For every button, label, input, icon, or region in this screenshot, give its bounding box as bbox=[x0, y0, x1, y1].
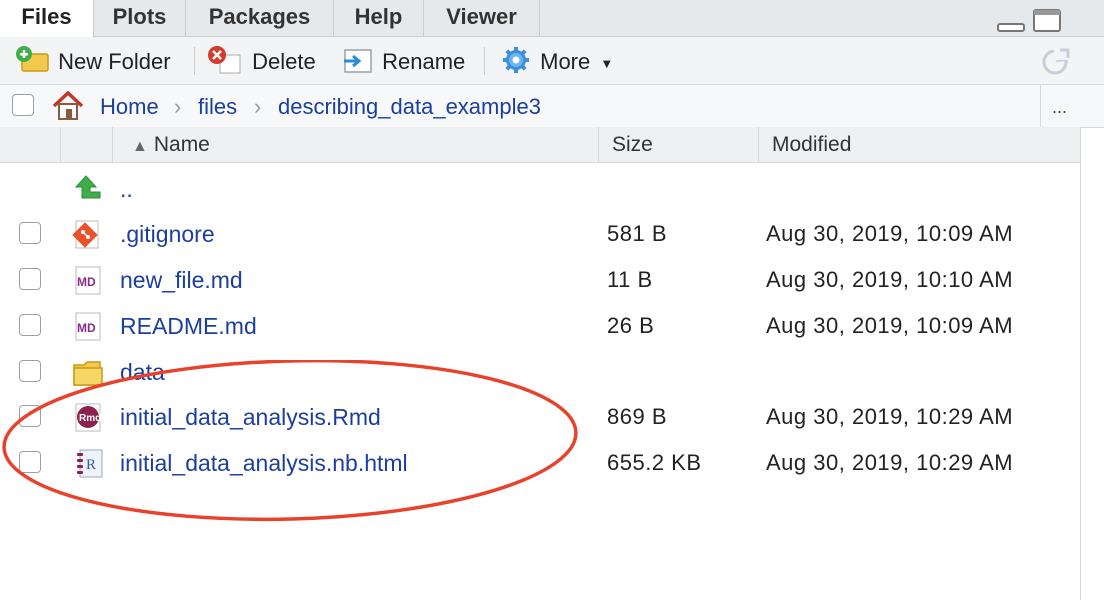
table-row-parent-directory[interactable]: .. bbox=[0, 166, 1080, 212]
select-all-checkbox[interactable] bbox=[12, 94, 34, 116]
toolbar-divider bbox=[484, 47, 485, 75]
svg-text:MD: MD bbox=[77, 321, 96, 335]
file-list-header: ▲ Name Size Modified bbox=[0, 127, 1080, 163]
minimize-icon[interactable] bbox=[996, 12, 1028, 34]
row-checkbox[interactable] bbox=[19, 360, 41, 382]
rename-icon bbox=[344, 49, 372, 73]
delete-button[interactable]: Delete bbox=[206, 37, 316, 84]
row-checkbox[interactable] bbox=[19, 268, 41, 290]
svg-text:MD: MD bbox=[77, 275, 96, 289]
markdown-file-icon: MD bbox=[75, 266, 101, 295]
maximize-icon[interactable] bbox=[1032, 8, 1064, 34]
file-name[interactable]: new_file.md bbox=[120, 257, 243, 303]
breadcrumb-separator-icon: › bbox=[254, 94, 262, 119]
file-name[interactable]: initial_data_analysis.Rmd bbox=[120, 394, 381, 440]
more-label: More bbox=[540, 49, 591, 74]
more-menu-button[interactable]: More ▼ bbox=[500, 37, 613, 84]
folder-icon bbox=[73, 361, 103, 386]
tab-plots[interactable]: Plots bbox=[94, 0, 186, 36]
row-checkbox[interactable] bbox=[19, 314, 41, 336]
svg-text:R: R bbox=[86, 457, 96, 473]
column-divider bbox=[598, 127, 599, 162]
rename-label: Rename bbox=[382, 49, 466, 74]
column-header-name-label: Name bbox=[153, 133, 210, 156]
tab-help[interactable]: Help bbox=[334, 0, 424, 36]
refresh-icon[interactable] bbox=[1040, 47, 1072, 77]
column-header-name[interactable]: ▲ Name bbox=[132, 127, 210, 165]
file-name[interactable]: .. bbox=[120, 166, 133, 212]
tab-viewer[interactable]: Viewer bbox=[424, 0, 540, 36]
file-size: 581 B bbox=[607, 221, 667, 246]
go-to-directory-button[interactable]: ... bbox=[1052, 85, 1067, 129]
file-size: 11 B bbox=[607, 267, 653, 292]
rmd-file-icon: Rmd bbox=[75, 403, 101, 432]
table-row[interactable]: MD new_file.md 11 B Aug 30, 2019, 10:10 … bbox=[0, 257, 1080, 303]
toolbar-divider bbox=[194, 47, 195, 75]
file-size: 869 B bbox=[607, 404, 667, 429]
row-checkbox[interactable] bbox=[19, 405, 41, 427]
file-modified: Aug 30, 2019, 10:09 AM bbox=[766, 221, 1014, 246]
column-divider bbox=[758, 127, 759, 162]
sort-ascending-icon: ▲ bbox=[132, 138, 148, 155]
file-name[interactable]: README.md bbox=[120, 303, 257, 349]
file-modified: Aug 30, 2019, 10:29 AM bbox=[766, 450, 1014, 475]
markdown-file-icon: MD bbox=[75, 312, 101, 341]
file-name[interactable]: .gitignore bbox=[120, 211, 215, 257]
git-file-icon bbox=[72, 220, 99, 249]
column-divider bbox=[60, 127, 61, 162]
gear-icon bbox=[503, 47, 529, 74]
table-row[interactable]: data bbox=[0, 349, 1080, 395]
delete-icon bbox=[208, 46, 241, 74]
breadcrumb-current-folder[interactable]: describing_data_example3 bbox=[278, 85, 541, 129]
r-notebook-file-icon: R bbox=[77, 449, 103, 478]
breadcrumb-home[interactable]: Home bbox=[100, 85, 159, 129]
table-row[interactable]: .gitignore 581 B Aug 30, 2019, 10:09 AM bbox=[0, 211, 1080, 257]
folder-name[interactable]: data bbox=[120, 349, 165, 395]
file-modified: Aug 30, 2019, 10:10 AM bbox=[766, 267, 1014, 292]
rename-button[interactable]: Rename bbox=[340, 37, 465, 84]
table-row[interactable]: Rmd initial_data_analysis.Rmd 869 B Aug … bbox=[0, 394, 1080, 440]
up-arrow-icon bbox=[74, 175, 101, 199]
delete-label: Delete bbox=[252, 49, 316, 74]
new-folder-label: New Folder bbox=[58, 49, 171, 74]
tab-files[interactable]: Files bbox=[0, 0, 94, 37]
home-icon[interactable] bbox=[50, 89, 86, 123]
file-modified: Aug 30, 2019, 10:29 AM bbox=[766, 404, 1014, 429]
file-size: 26 B bbox=[607, 313, 655, 338]
file-name[interactable]: initial_data_analysis.nb.html bbox=[120, 440, 408, 486]
column-header-modified[interactable]: Modified bbox=[772, 127, 851, 163]
new-folder-button[interactable]: New Folder bbox=[14, 37, 171, 84]
row-checkbox[interactable] bbox=[19, 222, 41, 244]
breadcrumb-divider bbox=[1040, 85, 1041, 127]
file-size: 655.2 KB bbox=[607, 450, 702, 475]
breadcrumb: Home › files › describing_data_example3 … bbox=[0, 85, 1104, 128]
new-folder-icon bbox=[16, 46, 49, 72]
table-row[interactable]: MD README.md 26 B Aug 30, 2019, 10:09 AM bbox=[0, 303, 1080, 349]
row-checkbox[interactable] bbox=[19, 451, 41, 473]
column-divider bbox=[112, 127, 113, 162]
table-row[interactable]: R initial_data_analysis.nb.html 655.2 KB… bbox=[0, 440, 1080, 486]
column-header-size[interactable]: Size bbox=[612, 127, 653, 163]
tab-packages[interactable]: Packages bbox=[186, 0, 334, 36]
pane-tab-bar: Files Plots Packages Help Viewer bbox=[0, 0, 1104, 37]
files-toolbar: New Folder Delete Rename More ▼ bbox=[0, 37, 1104, 85]
pane-right-border bbox=[1080, 127, 1081, 600]
caret-down-icon: ▼ bbox=[600, 55, 614, 71]
svg-text:Rmd: Rmd bbox=[79, 413, 101, 424]
file-modified: Aug 30, 2019, 10:09 AM bbox=[766, 313, 1014, 338]
breadcrumb-files[interactable]: files bbox=[198, 85, 237, 129]
breadcrumb-separator-icon: › bbox=[174, 94, 182, 119]
